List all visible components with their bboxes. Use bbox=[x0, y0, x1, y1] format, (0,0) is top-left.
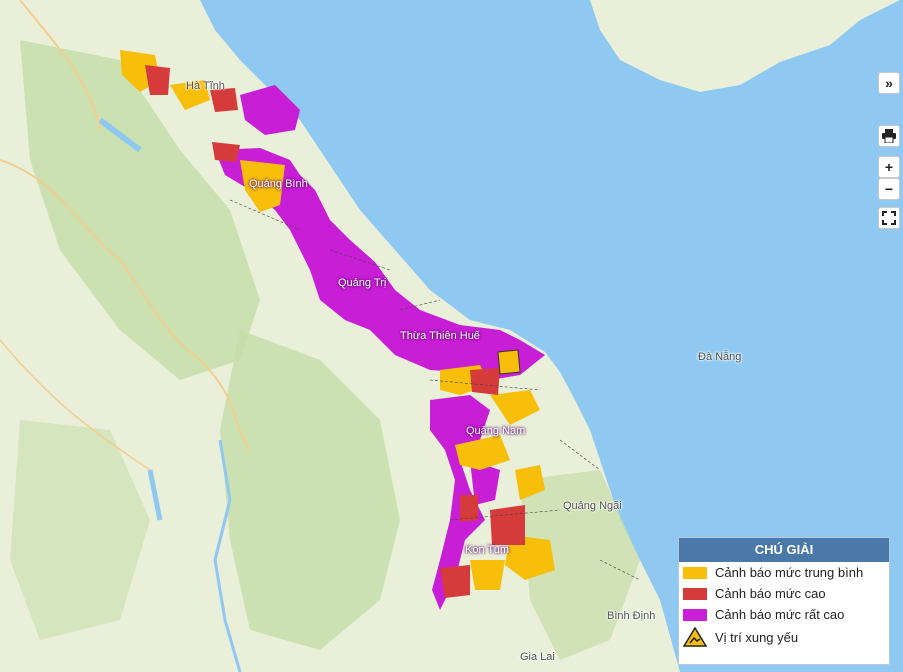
swatch-medium bbox=[683, 566, 707, 579]
swatch-high bbox=[683, 587, 707, 600]
legend-label: Cảnh báo mức rất cao bbox=[715, 607, 845, 622]
place-quang-nam: Quảng Nam bbox=[466, 425, 526, 437]
expand-panel-button[interactable]: » bbox=[878, 72, 900, 94]
place-thua-thien-hue: Thừa Thiên Huế bbox=[400, 330, 480, 342]
place-binh-dinh: Bình Định bbox=[607, 610, 656, 622]
legend-item-medium: Cảnh báo mức trung bình bbox=[679, 562, 889, 583]
legend-item-very-high: Cảnh báo mức rất cao bbox=[679, 604, 889, 625]
printer-icon bbox=[882, 129, 896, 143]
zoom-out-button[interactable]: − bbox=[878, 178, 900, 200]
print-button[interactable] bbox=[878, 125, 900, 147]
place-gia-lai: Gia Lai bbox=[520, 651, 555, 663]
place-quang-tri: Quảng Trị bbox=[338, 277, 387, 289]
legend-label: Cảnh báo mức trung bình bbox=[715, 565, 864, 580]
legend-item-weak-point: Vị trí xung yếu bbox=[679, 625, 889, 649]
place-quang-ngai: Quảng Ngãi bbox=[563, 500, 622, 512]
fullscreen-button[interactable] bbox=[878, 207, 900, 229]
fullscreen-icon bbox=[882, 211, 896, 225]
place-kon-tum: Kon Tum bbox=[465, 544, 510, 556]
legend-item-high: Cảnh báo mức cao bbox=[679, 583, 889, 604]
map-legend: CHÚ GIẢI Cảnh báo mức trung bình Cảnh bá… bbox=[678, 537, 890, 665]
place-ha-tinh: Hà Tĩnh bbox=[186, 80, 225, 92]
swatch-very-high bbox=[683, 608, 707, 621]
zoom-in-button[interactable]: + bbox=[878, 156, 900, 178]
place-quang-binh: Quảng Bình bbox=[249, 178, 308, 190]
legend-label: Cảnh báo mức cao bbox=[715, 586, 826, 601]
legend-title: CHÚ GIẢI bbox=[679, 538, 889, 562]
place-da-nang: Đà Nẵng bbox=[698, 351, 742, 363]
landslide-warning-icon bbox=[683, 627, 707, 647]
legend-label: Vị trí xung yếu bbox=[715, 629, 799, 645]
